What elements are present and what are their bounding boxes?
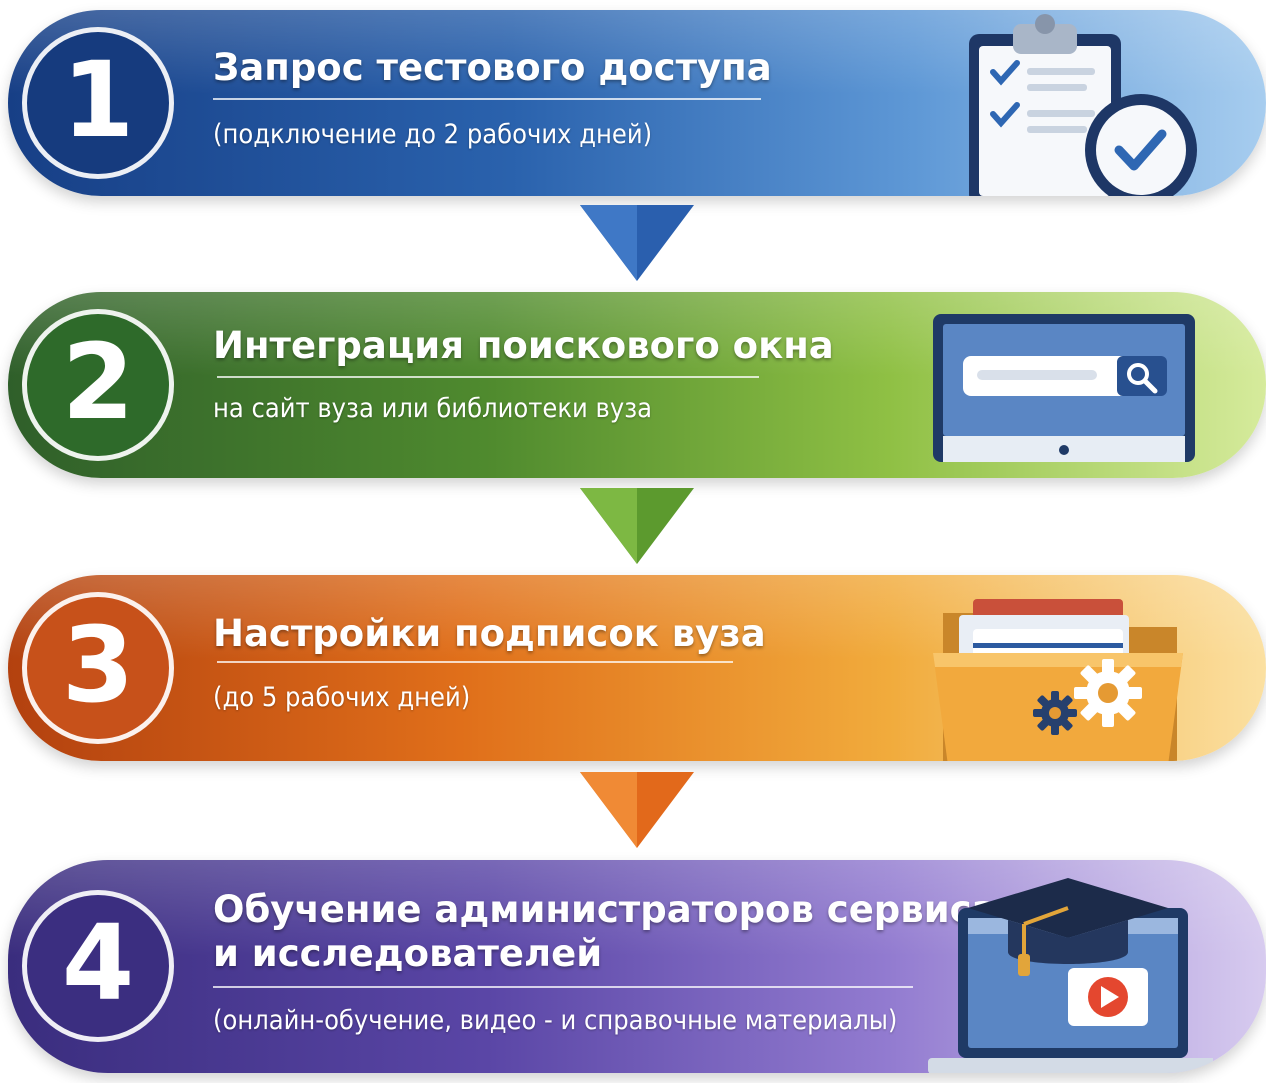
step-number: 4	[61, 902, 135, 1024]
step-1: 1 Запрос тестового доступа (подключение …	[8, 10, 1266, 196]
step-title: Обучение администраторов сервиса и иссле…	[213, 888, 997, 976]
step-number-badge: 2	[22, 309, 174, 461]
laptop-graduation-video-icon	[928, 878, 1213, 1073]
arrow-down-icon	[580, 205, 694, 281]
step-title: Настройки подписок вуза	[213, 612, 766, 655]
step-title-line-1: Обучение администраторов сервиса	[213, 888, 997, 931]
arrow-down-icon	[580, 772, 694, 848]
divider	[217, 661, 733, 663]
step-subtitle: (онлайн-обучение, видео - и справочные м…	[213, 1005, 898, 1036]
divider	[213, 986, 913, 988]
monitor-search-icon	[933, 314, 1195, 462]
step-number-badge: 3	[22, 592, 174, 744]
step-subtitle: (до 5 рабочих дней)	[213, 682, 471, 713]
divider	[217, 376, 759, 378]
folder-gears-icon	[933, 599, 1183, 761]
step-4: 4 Обучение администраторов сервиса и исс…	[8, 860, 1266, 1073]
step-number: 3	[61, 604, 135, 726]
step-title-line-2: и исследователей	[213, 932, 603, 975]
step-number-badge: 4	[22, 890, 174, 1042]
step-title: Запрос тестового доступа	[213, 46, 772, 89]
step-number: 1	[61, 39, 135, 161]
arrow-down-icon	[580, 488, 694, 564]
step-subtitle: (подключение до 2 рабочих дней)	[213, 119, 653, 150]
step-3: 3 Настройки подписок вуза (до 5 рабочих …	[8, 575, 1266, 761]
clipboard-clock-icon	[969, 14, 1197, 196]
step-title: Интеграция поискового окна	[213, 324, 834, 367]
step-2: 2 Интеграция поискового окна на сайт вуз…	[8, 292, 1266, 478]
step-number-badge: 1	[22, 27, 174, 179]
divider	[213, 98, 761, 100]
step-subtitle: на сайт вуза или библиотеки вуза	[213, 393, 653, 424]
step-number: 2	[61, 321, 135, 443]
